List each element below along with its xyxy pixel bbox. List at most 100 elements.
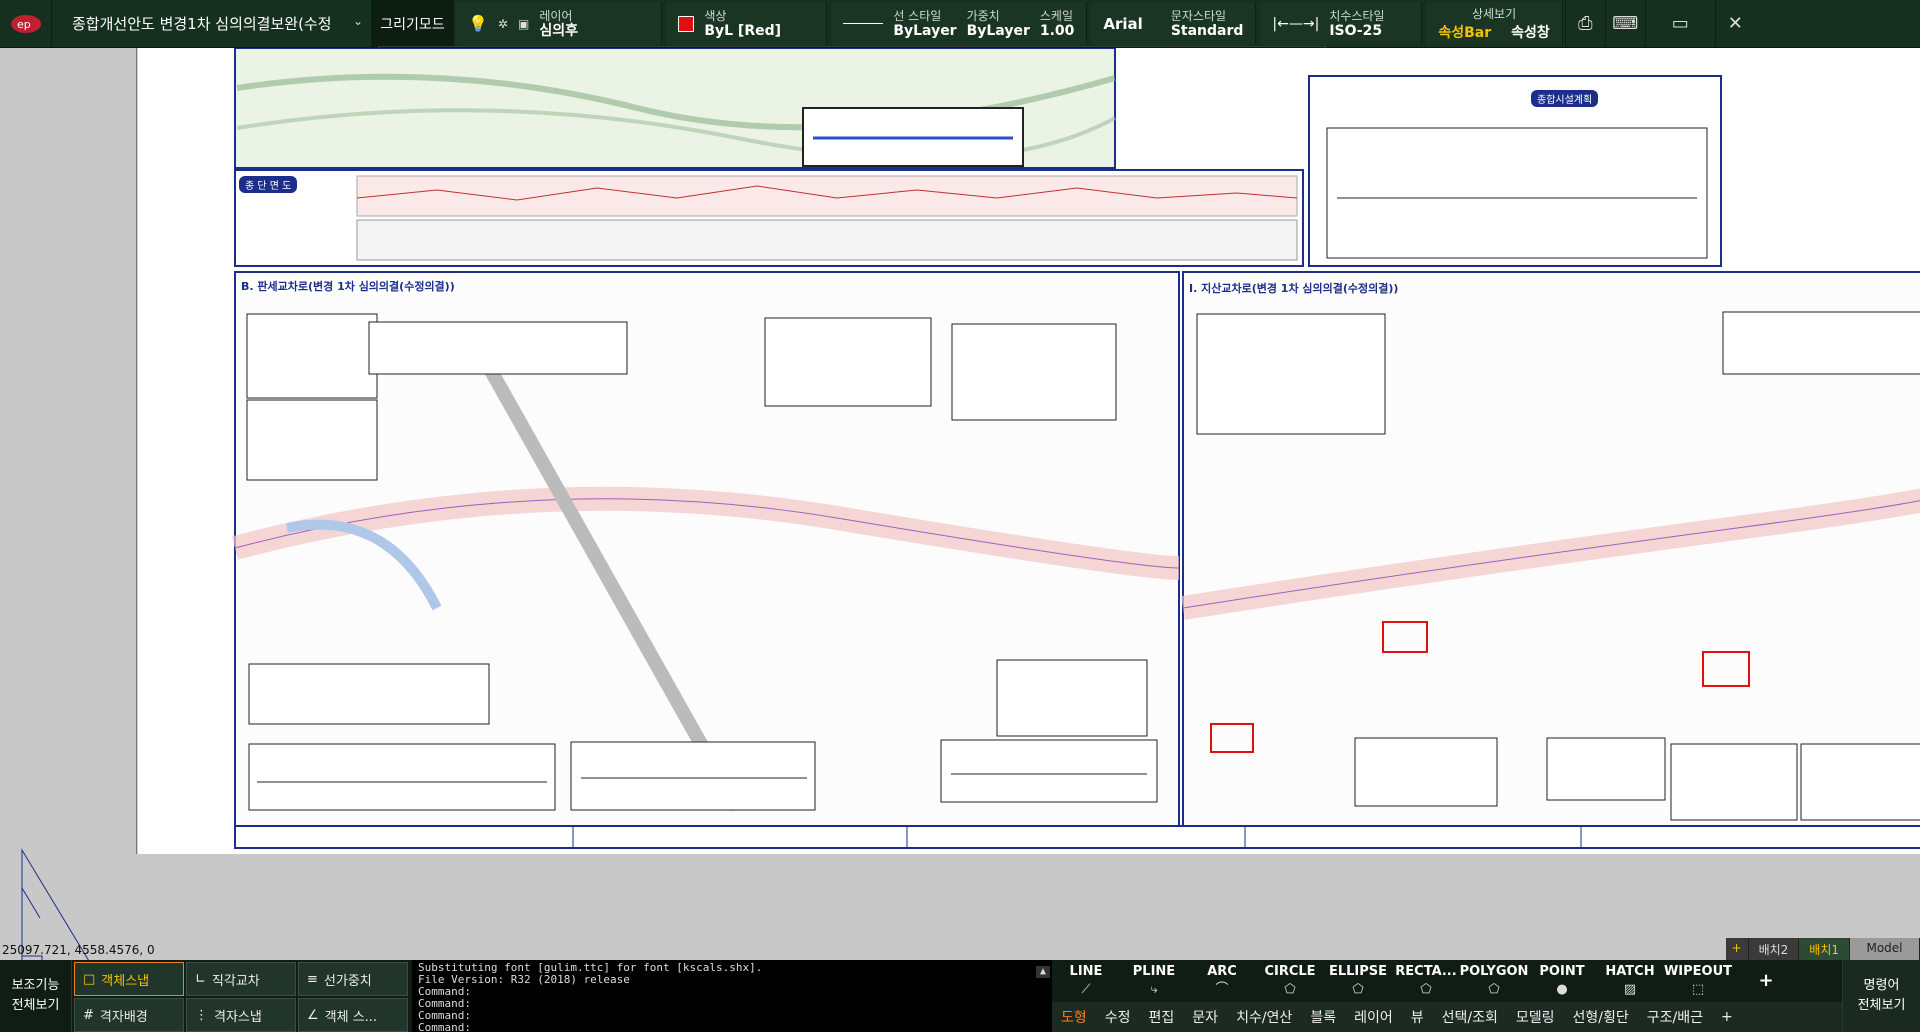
object-snap-toggle[interactable]: □ 객체스냅 <box>74 962 184 996</box>
svg-text:ep: ep <box>17 18 31 31</box>
dimstyle-value: ISO-25 <box>1329 22 1383 39</box>
menu-alignment[interactable]: 선형/횡단 <box>1564 1007 1638 1027</box>
command-history[interactable]: Substituting font [gulim.ttc] for font [… <box>412 960 1052 1032</box>
dimension-arrow-icon: |←—→| <box>1272 15 1320 32</box>
add-layout-button[interactable]: + <box>1725 938 1749 960</box>
top-toolbar: ep 종합개선안도 변경1차 심의의결보완(수정 ⌄ 그리기모드 💡 ✲ ▣ 레… <box>0 0 1920 48</box>
tab-model[interactable]: Model <box>1850 938 1920 960</box>
property-bar-button[interactable]: 속성Bar <box>1438 22 1491 42</box>
grid-display-icon: # <box>83 1007 94 1023</box>
tool-line[interactable]: LINE ⟋ <box>1052 960 1120 1002</box>
menu-block[interactable]: 블록 <box>1301 1007 1345 1027</box>
layer-value: 심의후 <box>539 22 578 39</box>
tool-ellipse-label: ELLIPSE <box>1328 964 1388 979</box>
layer-selector[interactable]: 💡 ✲ ▣ 레이어 심의후 <box>456 2 663 45</box>
menu-view[interactable]: 뷰 <box>1402 1007 1433 1027</box>
tool-polygon[interactable]: POLYGON ⬠ <box>1459 960 1529 1002</box>
ortho-toggle[interactable]: ∟ 직각교차 <box>186 962 296 996</box>
tool-hatch[interactable]: HATCH ▨ <box>1596 960 1664 1002</box>
lock-icon[interactable]: ▣ <box>518 17 529 31</box>
layer-label: 레이어 <box>539 8 573 23</box>
arc-icon: ⌒ <box>1215 982 1229 997</box>
property-window-button[interactable]: 속성창 <box>1511 22 1550 42</box>
textstyle-selector[interactable]: Arial 문자스타일 Standard <box>1091 2 1257 45</box>
tool-circle[interactable]: CIRCLE ⬠ <box>1256 960 1324 1002</box>
bottom-panel: 보조기능 전체보기 □ 객체스냅 ∟ 직각교차 ≡ 선가중치 # 격자배경 ⋮ 격자스냅 … <box>0 960 1920 1032</box>
object-snap-icon: □ <box>83 971 96 987</box>
tool-pline-label: PLINE <box>1132 964 1176 979</box>
grid-display-toggle[interactable]: # 격자배경 <box>74 998 184 1032</box>
monitor-icon[interactable]: ▭ <box>1644 0 1715 47</box>
draw-mode-button[interactable]: 그리기모드 <box>372 0 454 47</box>
textstyle-value: Standard <box>1170 22 1244 39</box>
color-swatch <box>678 15 695 32</box>
object-snap-tracking-label: 객체 스... <box>324 1009 378 1025</box>
object-snap-tracking-toggle[interactable]: ∠ 객체 스... <box>298 998 408 1032</box>
document-title[interactable]: 종합개선안도 변경1차 심의의결보완(수정 ⌄ <box>52 0 372 47</box>
menu-text[interactable]: 문자 <box>1183 1007 1227 1027</box>
wipeout-icon: ⬚ <box>1691 982 1705 997</box>
ucs-icon <box>21 848 99 977</box>
grid-snap-toggle[interactable]: ⋮ 격자스냅 <box>186 998 296 1032</box>
chevron-up-icon[interactable]: ▲ <box>1035 966 1050 978</box>
menu-structure[interactable]: 구조/배근 <box>1638 1007 1712 1027</box>
tool-ellipse[interactable]: ELLIPSE ⬠ <box>1324 960 1392 1002</box>
tool-palette: LINE ⟋ PLINE ⤷ ARC ⌒ CIRCLE ⬠ ELLIPSE ⬠ RECTA… <box>1052 960 1842 1032</box>
tab-layout2[interactable]: 배치2 <box>1748 938 1800 960</box>
add-menu-button[interactable]: + <box>1712 1009 1742 1025</box>
add-tool-button[interactable]: + <box>1732 960 1800 1002</box>
menu-modeling[interactable]: 모델링 <box>1507 1007 1564 1027</box>
color-selector[interactable]: 색상 ByL [Red] <box>666 2 828 45</box>
tool-wipeout-label: WIPEOUT <box>1663 964 1733 979</box>
sun-icon[interactable]: ✲ <box>498 17 508 31</box>
ortho-label: 직각교차 <box>211 973 260 989</box>
chevron-down-icon[interactable]: ⌄ <box>353 14 363 28</box>
document-title-text: 종합개선안도 변경1차 심의의결보완(수정 <box>72 15 332 33</box>
drawing-canvas[interactable]: 종 단 면 도 종합시설계획 B. 판세교차로(변경 1차 심의의결(수정의결)… <box>136 48 1920 854</box>
menu-shape[interactable]: 도형 <box>1052 1007 1096 1027</box>
keyboard-icon[interactable]: ⌨ <box>1604 0 1645 47</box>
textstyle-label: 문자스타일 <box>1170 8 1227 23</box>
tool-wipeout[interactable]: WIPEOUT ⬚ <box>1664 960 1732 1002</box>
lineweight-label: 선가중치 <box>323 973 372 989</box>
tool-circle-label: CIRCLE <box>1264 964 1316 979</box>
close-icon[interactable]: ✕ <box>1714 0 1755 47</box>
font-value: Arial <box>1103 14 1143 33</box>
line-icon: ⟋ <box>1081 982 1091 997</box>
tool-arc[interactable]: ARC ⌒ <box>1188 960 1256 1002</box>
lineweight-icon: ≡ <box>307 971 318 987</box>
color-label: 색상 <box>704 8 727 23</box>
menu-layer[interactable]: 레이어 <box>1345 1007 1402 1027</box>
circle-icon: ⬠ <box>1284 982 1296 997</box>
menu-edit[interactable]: 편집 <box>1140 1007 1184 1027</box>
tool-pline[interactable]: PLINE ⤷ <box>1120 960 1188 1002</box>
tool-polygon-label: POLYGON <box>1459 964 1529 979</box>
dimstyle-selector[interactable]: |←—→| 치수스타일 ISO-25 <box>1260 2 1423 45</box>
print-icon[interactable]: ⎙ <box>1564 0 1605 47</box>
bulb-icon[interactable]: 💡 <box>468 14 488 33</box>
detail-view-group: 상세보기 속성Bar 속성창 <box>1426 2 1563 45</box>
tool-arc-label: ARC <box>1207 964 1237 979</box>
app-logo-icon[interactable]: ep <box>0 0 52 47</box>
command-button[interactable]: 명령어 전체보기 <box>1842 960 1920 1032</box>
menu-select[interactable]: 선택/조회 <box>1433 1007 1507 1027</box>
object-snap-label: 객체스냅 <box>101 973 150 989</box>
tool-point[interactable]: POINT ● <box>1528 960 1596 1002</box>
tool-line-label: LINE <box>1069 964 1103 979</box>
lineweight-toggle[interactable]: ≡ 선가중치 <box>298 962 408 996</box>
menu-dimension[interactable]: 치수/연산 <box>1227 1007 1301 1027</box>
grid-snap-icon: ⋮ <box>195 1007 208 1023</box>
cmd-line: Command: <box>418 985 471 998</box>
ortho-icon: ∟ <box>195 971 206 987</box>
menu-modify[interactable]: 수정 <box>1096 1007 1140 1027</box>
aux-function-button[interactable]: 보조기능 전체보기 <box>0 960 72 1032</box>
linestyle-selector[interactable]: 선 스타일 ByLayer 가중치 ByLayer 스케일 1.00 <box>831 2 1088 45</box>
plan-section-tag: 종합시설계획 <box>1531 90 1599 107</box>
hatch-icon: ▨ <box>1623 982 1637 997</box>
rectangle-icon: ⬠ <box>1420 982 1432 997</box>
profile-section-tag: 종 단 면 도 <box>239 176 298 193</box>
tool-rectangle[interactable]: RECTA... ⬠ <box>1392 960 1460 1002</box>
drawing-svg <box>137 48 1920 854</box>
layout-tabs: + 배치2 배치1 Model <box>1725 938 1920 960</box>
tab-layout1[interactable]: 배치1 <box>1799 938 1850 960</box>
